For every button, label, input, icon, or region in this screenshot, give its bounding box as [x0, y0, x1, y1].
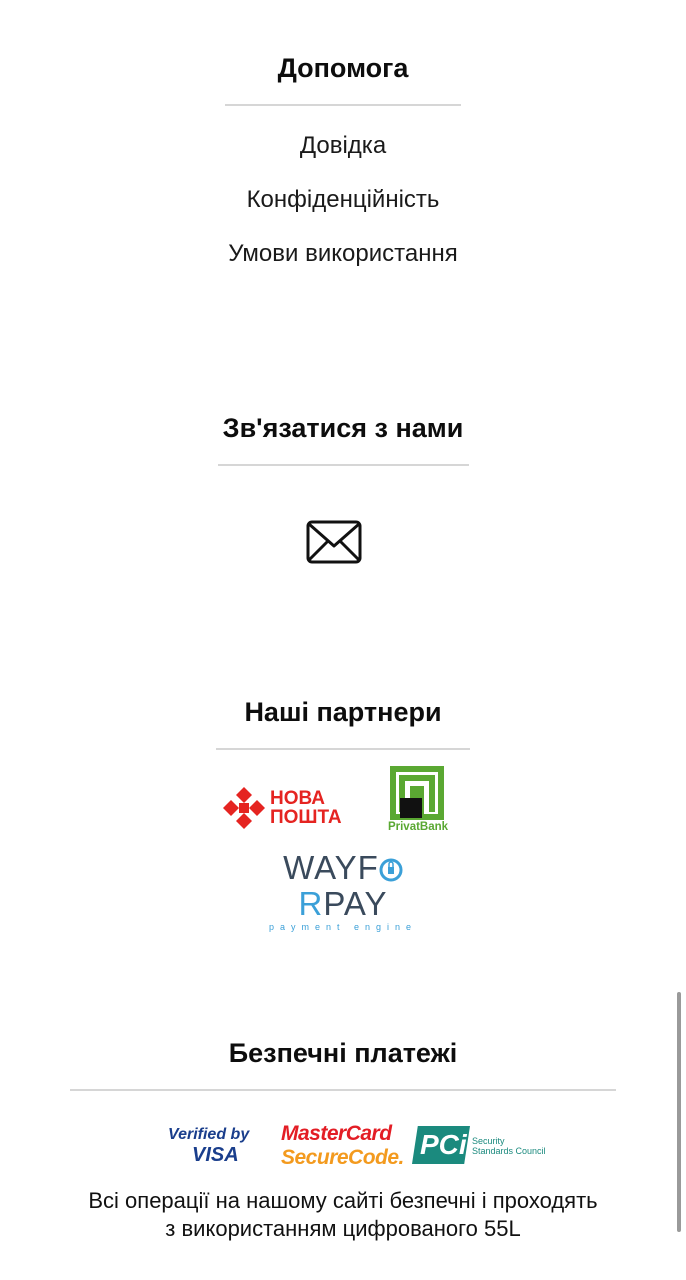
- pci-logo: PCi Security Standards Council: [412, 1126, 546, 1166]
- privatbank-label: PrivatBank: [387, 821, 449, 833]
- secure-payments-title: Безпечні платежі: [228, 1038, 458, 1068]
- contact-section: Зв'язатися з нами: [0, 412, 686, 466]
- pci-mark-text: PCi: [420, 1129, 467, 1160]
- wayforpay-part3: PAY: [323, 885, 388, 922]
- pci-mark: PCi: [412, 1126, 470, 1164]
- verified-by-visa-line2: VISA: [192, 1144, 239, 1166]
- partners-section: Наші партнери: [0, 696, 686, 750]
- pci-line2: Standards Council: [472, 1146, 546, 1156]
- wayforpay-tagline: payment engine: [268, 922, 418, 932]
- help-link-privacy[interactable]: Конфіденційність: [0, 185, 686, 215]
- help-link-reference[interactable]: Довідка: [0, 131, 686, 161]
- wayforpay-lock-icon: [379, 853, 403, 882]
- wayforpay-part2: R: [298, 885, 324, 922]
- secure-payments-section: Безпечні платежі: [0, 1037, 686, 1091]
- privatbank-logo[interactable]: PrivatBank: [380, 766, 456, 836]
- nova-poshta-line2: ПОШТА: [270, 807, 342, 828]
- wayforpay-part1: WAYF: [283, 849, 379, 886]
- help-link-terms[interactable]: Умови використання: [0, 239, 686, 269]
- nova-poshta-logo[interactable]: НОВА ПОШТА: [222, 786, 352, 830]
- wayforpay-logo[interactable]: WAYFRPAY payment engine: [243, 850, 443, 933]
- mastercard-securecode-logo: MasterCard SecureCode.: [281, 1122, 405, 1170]
- verified-by-visa-line1: Verified by: [168, 1126, 250, 1143]
- secure-payments-divider: [70, 1089, 616, 1091]
- pci-line1: Security: [472, 1136, 505, 1146]
- scrollbar[interactable]: [677, 992, 681, 1232]
- privatbank-emblem-icon: [390, 766, 444, 820]
- contact-divider: [217, 464, 469, 466]
- secure-payments-text-line1: Всі операції на нашому сайті безпечні і …: [88, 1188, 598, 1213]
- help-title: Допомога: [277, 53, 409, 83]
- partners-divider: [216, 748, 470, 750]
- partners-title: Наші партнери: [244, 697, 442, 727]
- contact-title: Зв'язатися з нами: [222, 413, 464, 443]
- wayforpay-wordmark: WAYFRPAY: [243, 850, 443, 922]
- mastercard-line2: SecureCode.: [281, 1146, 404, 1169]
- secure-payments-text-line2: з використанням цифрованого 55L: [165, 1216, 521, 1241]
- verified-by-visa-logo: Verified by VISA: [168, 1126, 260, 1168]
- help-section: Допомога Довідка Конфіденційність Умови …: [0, 52, 686, 269]
- envelope-icon[interactable]: [306, 520, 362, 564]
- nova-poshta-emblem-icon: [223, 787, 265, 829]
- mastercard-line1: MasterCard: [281, 1122, 392, 1145]
- nova-poshta-line1: НОВА: [270, 788, 325, 809]
- help-divider: [225, 104, 461, 106]
